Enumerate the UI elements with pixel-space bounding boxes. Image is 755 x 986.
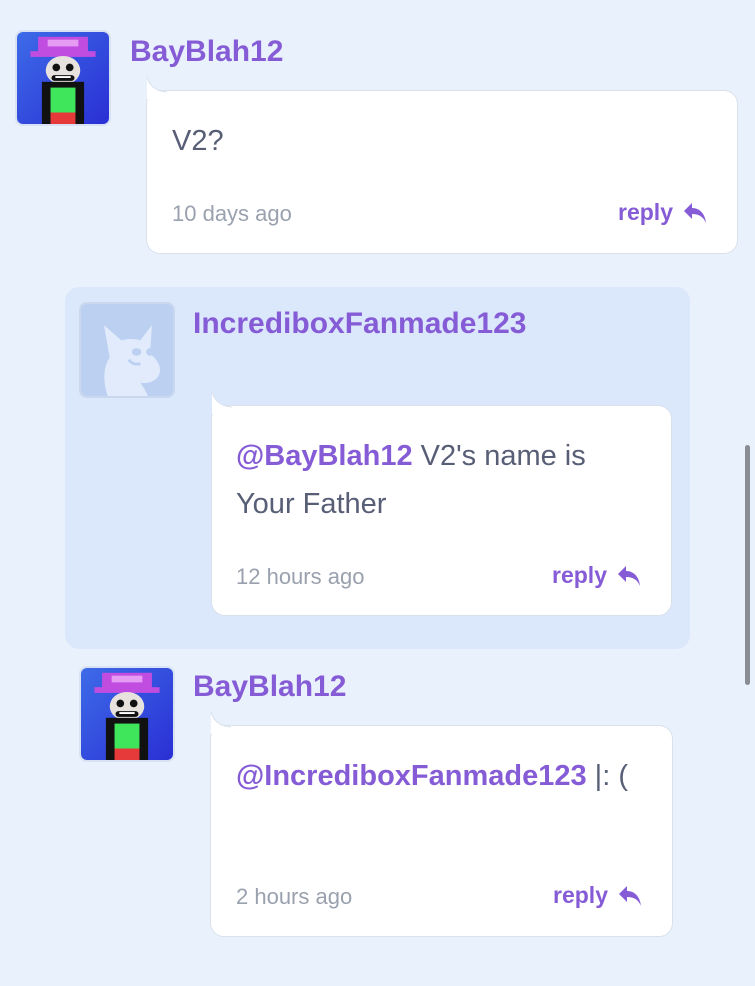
reply-button[interactable]: reply — [618, 199, 709, 226]
comment-timestamp: 10 days ago — [172, 201, 292, 226]
mention-link[interactable]: @BayBlah12 — [236, 440, 413, 472]
reply-label: reply — [618, 199, 673, 225]
incredibox-character-avatar — [17, 32, 109, 124]
comment-timestamp: 12 hours ago — [236, 564, 365, 589]
comment-timestamp: 2 hours ago — [236, 884, 353, 909]
avatar[interactable] — [15, 30, 111, 126]
comment-bubble: @IncrediboxFanmade123 |: ( 2 hours ago r… — [210, 712, 673, 937]
comment-body: |: ( — [586, 760, 628, 792]
comment-bubble: @BayBlah12 V2's name is Your Father 12 h… — [211, 392, 672, 616]
reply-button[interactable]: reply — [552, 562, 643, 589]
comment-author[interactable]: BayBlah12 — [193, 669, 346, 705]
incredibox-character-avatar — [81, 668, 173, 760]
reply-thread: IncrediboxFanmade123 @BayBlah12 V2's nam… — [65, 287, 690, 649]
avatar[interactable] — [79, 302, 175, 398]
bubble-tail — [145, 77, 185, 99]
comments-page: BayBlah12 V2? 10 days ago reply Incredib… — [0, 0, 755, 986]
comment-text: @IncrediboxFanmade123 |: ( — [236, 752, 656, 800]
avatar[interactable] — [79, 666, 175, 762]
default-scratch-cat-avatar — [81, 304, 173, 396]
reply-arrow-icon — [618, 565, 640, 586]
reply-arrow-icon — [619, 885, 641, 906]
comment-text: V2? — [172, 117, 224, 165]
reply-label: reply — [553, 882, 608, 908]
scrollbar[interactable] — [745, 445, 750, 685]
mention-link[interactable]: @IncrediboxFanmade123 — [236, 760, 587, 792]
comment-text: @BayBlah12 V2's name is Your Father — [236, 432, 646, 528]
reply-label: reply — [552, 562, 607, 588]
bubble-tail — [210, 392, 250, 414]
comment-body: V2? — [172, 125, 224, 157]
comment-bubble: V2? 10 days ago reply — [146, 77, 738, 254]
comment-author[interactable]: BayBlah12 — [130, 34, 283, 70]
reply-button[interactable]: reply — [553, 882, 644, 909]
bubble-tail — [209, 712, 249, 734]
comment-author[interactable]: IncrediboxFanmade123 — [193, 306, 526, 342]
reply-arrow-icon — [684, 202, 706, 223]
